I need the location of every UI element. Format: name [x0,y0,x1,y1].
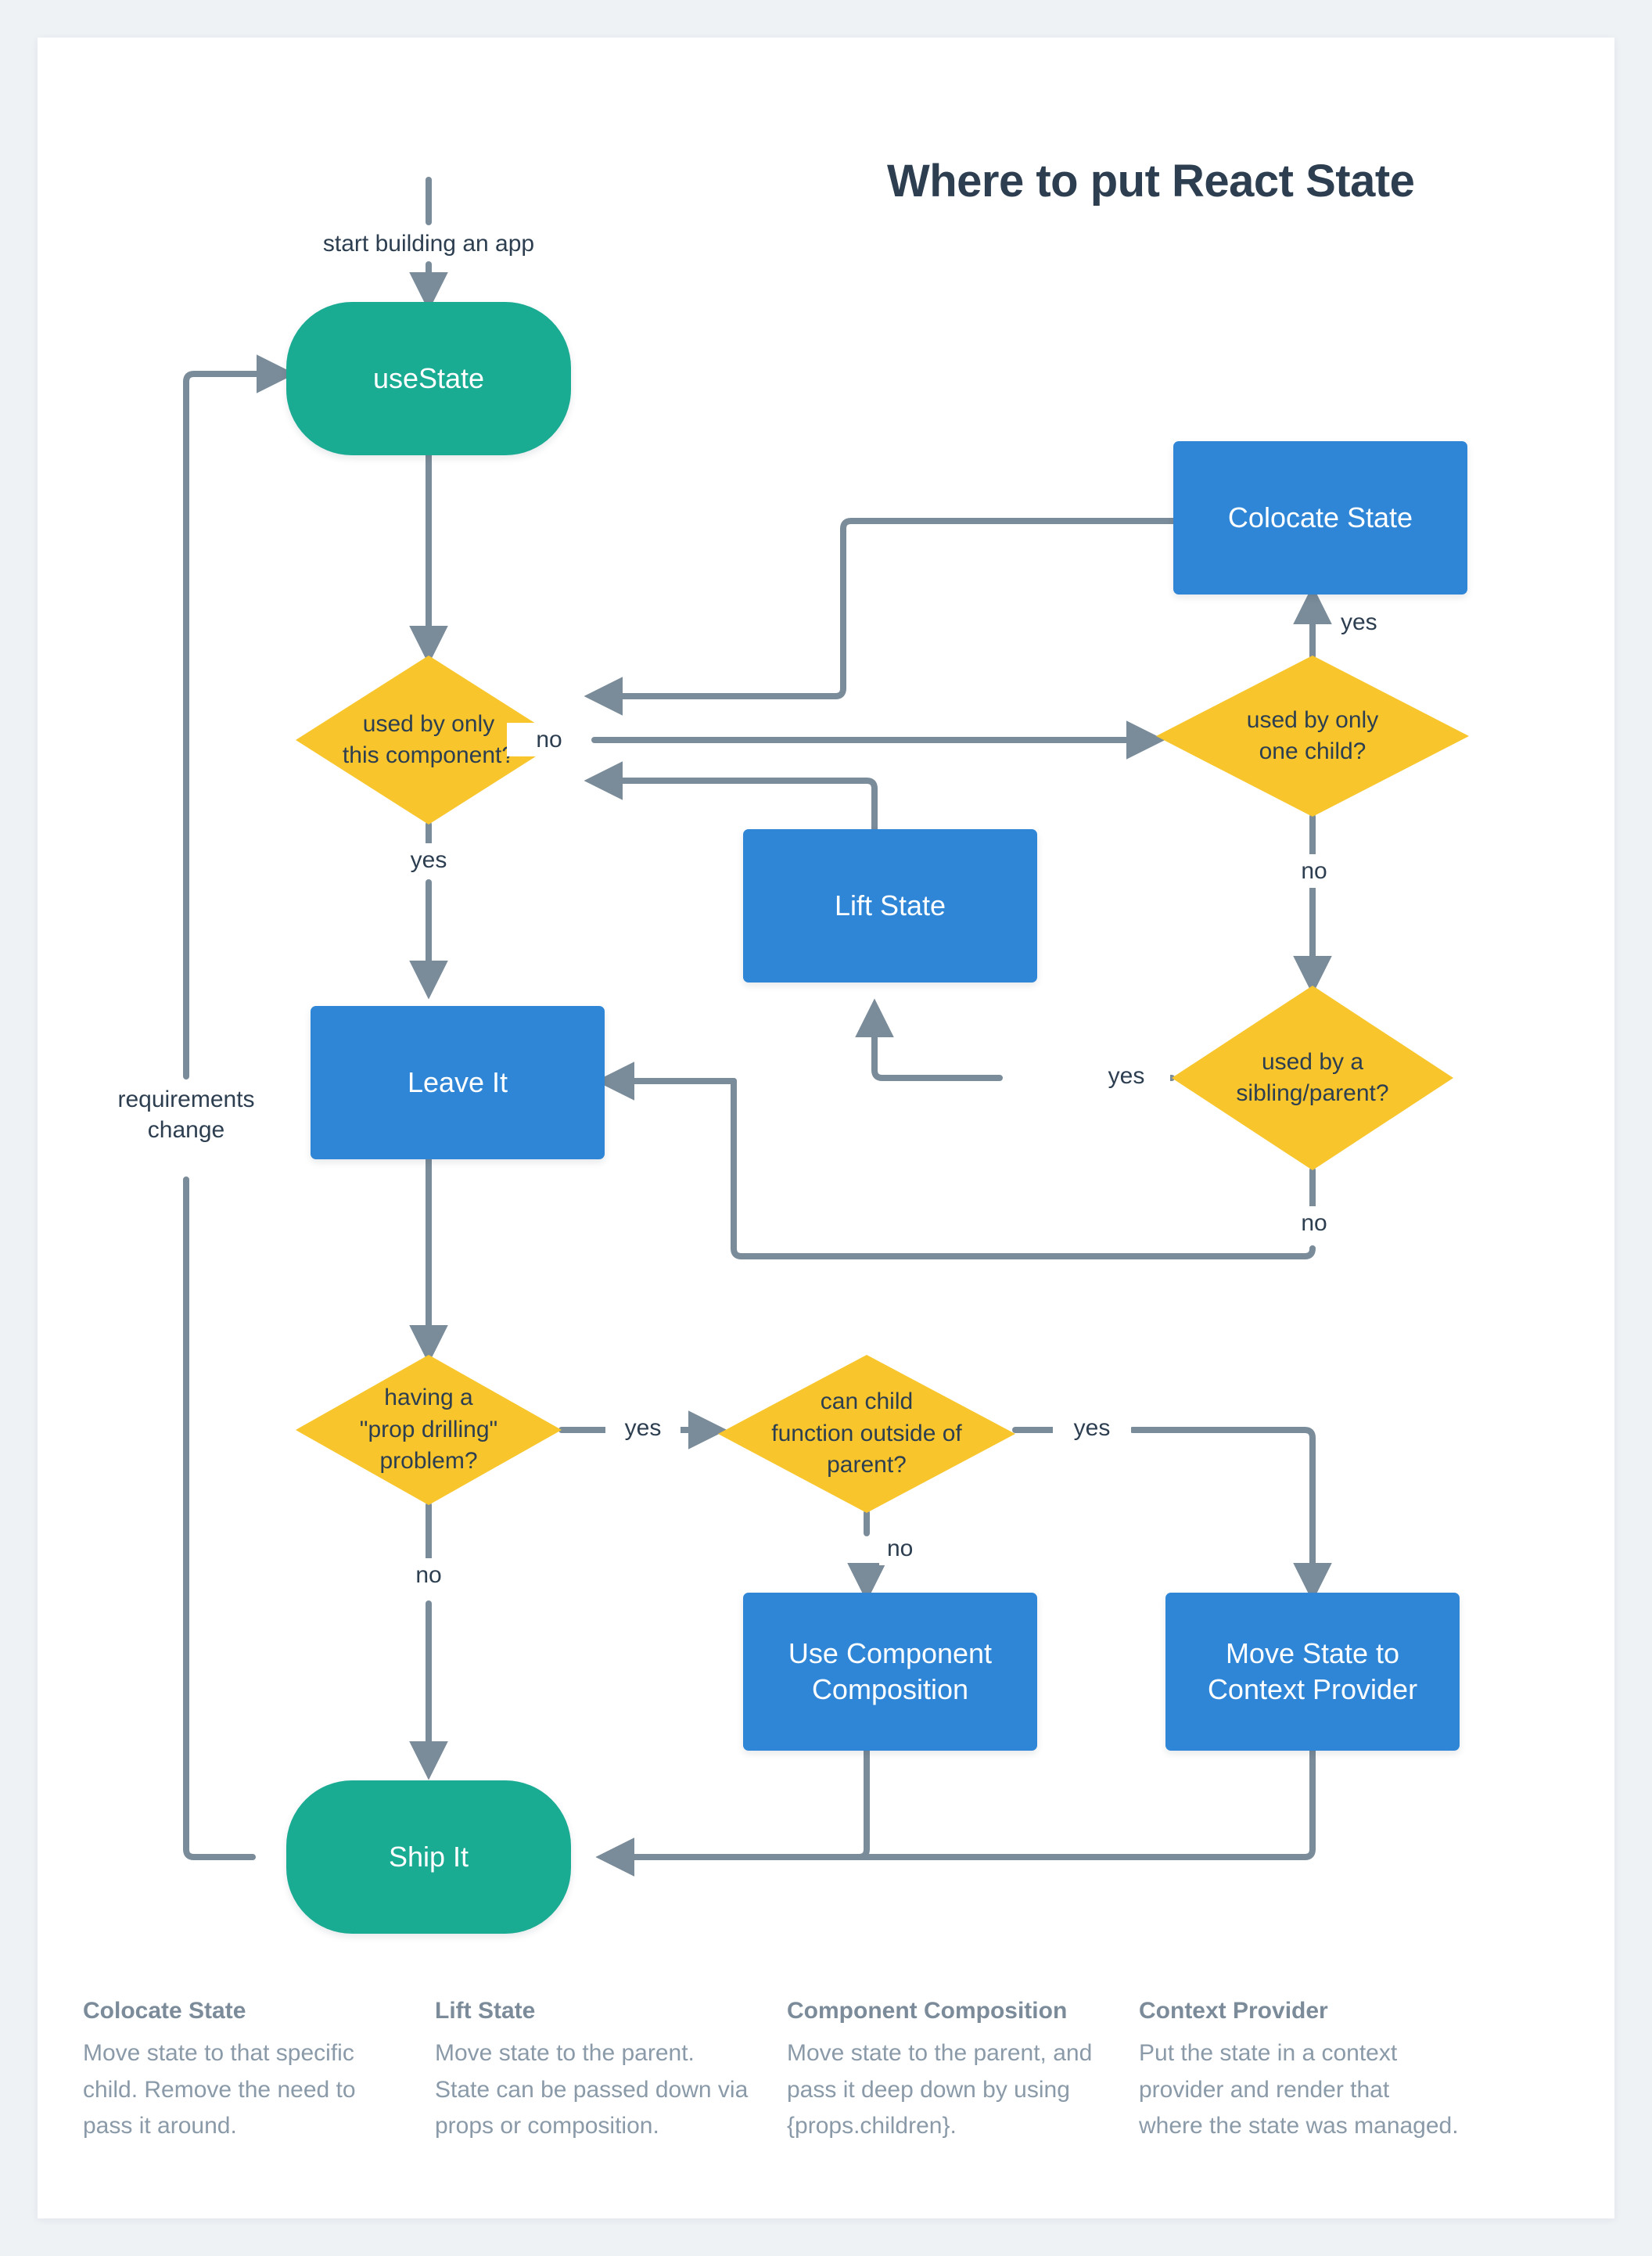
diagram-card: q2 (left) --> Colocate (bottom) --> q3 (… [38,38,1614,2218]
node-colocate-state[interactable]: Colocate State [1173,441,1467,595]
decision-used-by-only-one-child[interactable]: used by only one child? [1156,656,1469,817]
legend-item-title: Lift State [435,1998,536,2024]
legend-item-context-provider: Context Provider Put the state in a cont… [1139,1998,1491,2145]
edge-q5-to-context-yes [1129,1427,1332,1602]
legend-item-title: Component Composition [787,1998,1068,2024]
edge-label-q1-yes: yes [383,843,474,877]
edge-label-q4-no: no [390,1558,468,1592]
decision-used-by-a-sibling-parent[interactable]: used by a sibling/parent? [1172,986,1453,1170]
edge-label-q5-no: no [879,1532,951,1565]
node-move-state-to-context-provider[interactable]: Move State to Context Provider [1165,1593,1460,1751]
decision-having-a-prop-drilling-problem-label: having a "prop drilling" problem? [359,1385,498,1475]
node-use-component-composition-label: Use Component Composition [788,1636,993,1705]
node-use-state[interactable]: useState [286,302,571,455]
legend-item-title: Context Provider [1139,1998,1328,2024]
decision-having-a-prop-drilling-problem[interactable]: having a "prop drilling" problem? [296,1355,562,1505]
page-title: Where to put React State [887,156,1415,207]
node-leave-it[interactable]: Leave It [311,1006,605,1159]
edge-shipit-to-usestate-upper [183,354,296,1080]
legend-item-lift-state: Lift State Move state to the parent. Sta… [435,1998,787,2145]
edge-label-q2-yes: yes [1333,605,1414,639]
decision-used-by-only-one-child-label: used by only one child? [1246,706,1379,765]
edge-label-requirements-change: requirements change [89,1083,283,1147]
node-colocate-state-label: Colocate State [1227,501,1413,533]
edge-label-q3-no: no [1275,1206,1353,1240]
edge-q3-to-lift-yes [855,998,1003,1081]
node-move-state-to-context-provider-label: Move State to Context Provider [1207,1636,1418,1705]
legend-item-colocate-state: Colocate State Move state to that specif… [83,1998,435,2145]
node-ship-it[interactable]: Ship It [286,1780,571,1934]
legend-item-body: Move state to the parent, and pass it de… [787,2040,1093,2139]
edge-label-start: start building an app [280,227,577,260]
node-leave-it-label: Leave It [407,1065,508,1098]
legend: Colocate State Move state to that specif… [83,1998,1569,2145]
flowchart-stage: q2 (left) --> Colocate (bottom) --> q3 (… [38,38,1614,2218]
decision-can-child-function-outside-of-parent[interactable]: can child function outside of parent? [718,1355,1015,1513]
edge-label-q5-yes: yes [1053,1411,1131,1445]
node-ship-it-label: Ship It [388,1840,469,1873]
legend-item-body: Move state to that specific child. Remov… [83,2040,356,2139]
edge-lift-to-q1 [584,761,878,832]
legend-item-component-composition: Component Composition Move state to the … [787,1998,1139,2145]
node-lift-state[interactable]: Lift State [743,829,1037,983]
edge-shipit-to-usestate-lower [183,1176,256,1860]
legend-item-title: Colocate State [83,1998,246,2024]
edge-colocate-to-q1 [584,518,1176,716]
edge-composition-to-shipit [595,1748,870,1877]
node-use-state-label: useState [372,361,485,394]
decision-can-child-function-outside-of-parent-label: can child function outside of parent? [771,1388,962,1478]
legend-item-body: Put the state in a context provider and … [1139,2040,1459,2139]
legend-item-body: Move state to the parent. State can be p… [435,2040,749,2139]
edge-label-q4-yes: yes [605,1411,681,1445]
edge-label-q2-no: no [1275,854,1353,888]
edge-label-q1-no: no [507,723,591,756]
node-use-component-composition[interactable]: Use Component Composition [743,1593,1037,1751]
node-lift-state-label: Lift State [834,889,946,921]
edge-label-q3-yes: yes [1083,1059,1170,1093]
decision-used-by-a-sibling-parent-label: used by a sibling/parent? [1236,1048,1389,1107]
edge-context-to-shipit [595,1748,1316,1877]
